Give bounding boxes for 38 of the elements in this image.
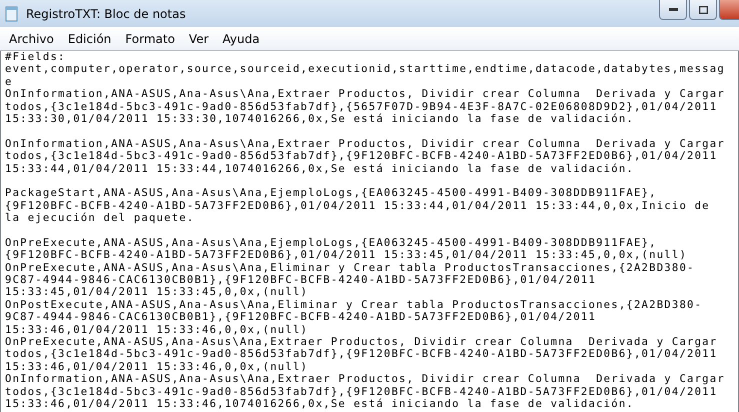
menu-item[interactable]: Archivo — [2, 32, 61, 46]
maximize-button[interactable] — [689, 0, 717, 20]
text-line: #Fields: — [5, 51, 67, 64]
text-line: todos,{3c1e184d-5bc3-491c-9ad0-856d53fab7df},{9F120BFC-BCFB-4240-A1BD-5A73FF2ED0B6},01/04/2011 — [5, 348, 718, 361]
text-line: 15:33:46,01/04/2011 15:33:46,0,0x,(null) — [5, 360, 310, 374]
text-line: OnPreExecute,ANA-ASUS,Ana-Asus\Ana,Extraer Productos, Dividir crear Columna Derivada y Cargar — [5, 336, 718, 348]
text-line: 15:33:30,01/04/2011 15:33:30,1074016266,0x,Se está iniciando la fase de validación. — [5, 112, 635, 126]
text-line: todos,{3c1e184d-5bc3-491c-9ad0-856d53fab7df},{9F120BFC-BCFB-4240-A1BD-5A73FF2ED0B6},01/04/2011 — [5, 150, 718, 163]
text-line: OnPostExecute,ANA-ASUS,Ana-Asus\Ana,Eliminar y Crear tabla ProductosTransacciones,{2A2BD380- — [5, 298, 704, 312]
text-line: 15:33:46,01/04/2011 15:33:46,1074016266,0x,Se está iniciando la fase de validación. — [5, 398, 635, 410]
text-line: todos,{3c1e184d-5bc3-491c-9ad0-856d53fab7df},{5657F07D-9B94-4E3F-8A7C-02E06808D9D2},01/04/2011 — [5, 100, 718, 113]
text-line: {9F120BFC-BCFB-4240-A1BD-5A73FF2ED0B6},01/04/2011 15:33:44,01/04/2011 15:33:44,0,0x,Inicio de — [5, 200, 711, 212]
text-area[interactable] — [0, 51, 739, 412]
text-line: OnInformation,ANA-ASUS,Ana-Asus\Ana,Extraer Productos, Dividir crear Columna Derivada y Cargar — [5, 88, 726, 101]
menu-item[interactable]: Ayuda — [216, 32, 267, 46]
text-line: 9C87-4944-9846-CAC6130CB0B1},{9F120BFC-BCFB-4240-A1BD-5A73FF2ED0B6},01/04/2011 — [5, 311, 598, 324]
minimize-icon — [668, 8, 678, 11]
menu-item[interactable]: Edición — [60, 32, 118, 46]
notepad-icon — [4, 6, 20, 22]
menu-item[interactable]: Formato — [118, 32, 182, 46]
text-line: OnInformation,ANA-ASUS,Ana-Asus\Ana,Extraer Productos, Dividir crear Columna Derivada y Cargar — [5, 138, 726, 150]
text-line: e — [5, 76, 14, 88]
text-line: 9C87-4944-9846-CAC6130CB0B1},{9F120BFC-BCFB-4240-A1BD-5A73FF2ED0B6},01/04/2011 — [5, 274, 598, 286]
menu-item[interactable]: Ver — [182, 32, 216, 46]
text-line: todos,{3c1e184d-5bc3-491c-9ad0-856d53fab7df},{9F120BFC-BCFB-4240-A1BD-5A73FF2ED0B6},01/04/2011 — [5, 386, 718, 398]
text-line: OnPreExecute,ANA-ASUS,Ana-Asus\Ana,Eliminar y Crear tabla ProductosTransacciones,{2A2BD380- — [5, 262, 696, 274]
text-line: 15:33:46,01/04/2011 15:33:46,0,0x,(null) — [5, 324, 310, 336]
text-line: OnInformation,ANA-ASUS,Ana-Asus\Ana,Extraer Productos, Dividir crear Columna Derivada y Cargar — [5, 373, 726, 386]
text-line: la ejecución del paquete. — [5, 212, 196, 224]
text-line: {9F120BFC-BCFB-4240-A1BD-5A73FF2ED0B6},01/04/2011 15:33:45,01/04/2011 15:33:45,0,0x,(null) — [5, 249, 688, 262]
text-line: OnPreExecute,ANA-ASUS,Ana-Asus\Ana,EjemploLogs,{EA063245-4500-4991-B409-308DDB911FAE}, — [5, 236, 658, 250]
text-line: 15:33:45,01/04/2011 15:33:45,0,0x,(null) — [5, 286, 310, 299]
minimize-button[interactable] — [659, 0, 687, 20]
text-line: event,computer,operator,source,sourceid,executionid,starttime,endtime,datacode,databytes,messag — [5, 63, 726, 76]
maximize-icon — [698, 6, 708, 14]
text-line: PackageStart,ANA-ASUS,Ana-Asus\Ana,EjemploLogs,{EA063245-4500-4991-B409-308DDB911FAE}, — [5, 187, 658, 200]
text-line: 15:33:44,01/04/2011 15:33:44,1074016266,0x,Se está iniciando la fase de validación. — [5, 162, 635, 175]
window-title: RegistroTXT: Bloc de notas — [26, 6, 186, 20]
